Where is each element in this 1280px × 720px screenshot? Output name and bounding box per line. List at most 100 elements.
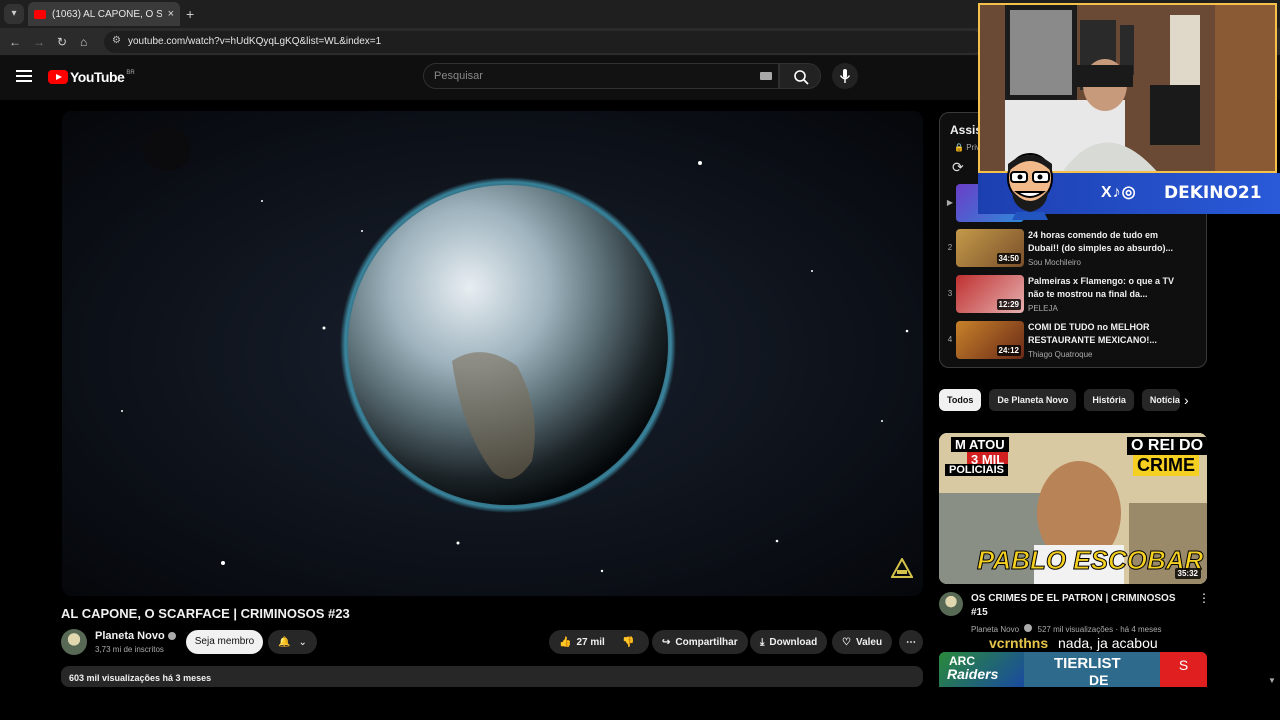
playlist-item[interactable]: 3 12:29 Palmeiras x Flamengo: o que a TV… — [940, 275, 1206, 317]
share-button[interactable]: ↪ Compartilhar — [652, 630, 748, 654]
browser-tab[interactable]: (1063) AL CAPONE, O SCARFACE × — [28, 2, 180, 26]
webcam-overlay — [978, 3, 1277, 173]
reload-icon[interactable]: ↻ — [57, 34, 67, 50]
video-title: AL CAPONE, O SCARFACE | CRIMINOSOS #23 — [61, 606, 350, 621]
search-button[interactable] — [779, 63, 821, 89]
microphone-icon — [839, 69, 851, 83]
duration-badge: 24:12 — [996, 345, 1021, 356]
playlist-thumbnail: 34:50 — [956, 229, 1024, 267]
thumb-text-1: M ATOU — [951, 437, 1009, 452]
playlist-index: 3 — [947, 289, 953, 298]
recommended-channel[interactable]: Planeta Novo — [971, 625, 1019, 634]
new-tab-button[interactable]: + — [186, 4, 194, 24]
playlist-index: 2 — [947, 243, 953, 252]
tier-s-badge: S — [1160, 652, 1207, 687]
tab-search-button[interactable]: ▾ — [4, 4, 24, 24]
voice-search-button[interactable] — [832, 63, 858, 89]
back-arrow-icon[interactable]: ← — [9, 34, 21, 50]
playlist-index: ▶ — [946, 198, 954, 207]
thumb-text-4: O REI DO — [1127, 437, 1207, 455]
thumbs-up-icon: 👍 — [559, 636, 572, 648]
views-and-date: 603 mil visualizações há 3 meses — [69, 673, 212, 683]
playlist-index: 4 — [947, 335, 953, 344]
channel-name-row[interactable]: Planeta Novo — [95, 630, 176, 642]
like-count: 27 mil — [576, 636, 605, 648]
search-box — [423, 63, 779, 89]
bell-icon: 🔔 — [278, 636, 291, 648]
country-code: BR — [126, 70, 135, 76]
chip-history[interactable]: História — [1084, 389, 1134, 411]
thumbs-down-icon: 👎 — [622, 636, 635, 648]
chip-all[interactable]: Todos — [939, 389, 982, 411]
site-info-icon[interactable]: ⚙ — [112, 35, 121, 46]
share-icon: ↪ — [662, 636, 671, 648]
playlist-item[interactable]: 4 24:12 COMI DE TUDO no MELHOR RESTAURAN… — [940, 321, 1206, 363]
playlist-video-title: 24 horas comendo de tudo em Dubai!! (do … — [1028, 230, 1174, 253]
playlist-item[interactable]: 2 34:50 24 horas comendo de tudo em Duba… — [940, 229, 1206, 271]
keyboard-icon[interactable] — [760, 72, 772, 80]
chat-username: vcrnthns — [989, 635, 1049, 651]
home-icon[interactable]: ⌂ — [80, 34, 87, 50]
dislike-button[interactable]: 👎 — [614, 630, 644, 654]
scroll-down-icon[interactable]: ▼ — [1268, 676, 1276, 685]
verified-icon — [167, 632, 176, 640]
playlist-thumbnail: 12:29 — [956, 275, 1024, 313]
search-icon — [794, 70, 809, 85]
tab-close-icon[interactable]: × — [168, 8, 174, 20]
more-vertical-icon[interactable]: ⋮ — [1198, 592, 1210, 604]
recommended-video-title[interactable]: OS CRIMES DE EL PATRON | CRIMINOSOS #15 — [971, 592, 1186, 620]
playlist-privacy: 🔒 Priv — [954, 143, 980, 152]
address-bar[interactable]: ⚙ youtube.com/watch?v=hUdKQyqLgKQ&list=W… — [104, 31, 984, 53]
video-frame-earth — [62, 111, 923, 596]
share-label: Compartilhar — [675, 636, 738, 648]
recommended-video-thumbnail[interactable]: M ATOU 3 MIL POLICIAIS O REI DO CRIME PA… — [939, 433, 1207, 584]
youtube-logo[interactable]: YouTube BR — [48, 69, 135, 85]
thumb2-text-3: TIERLIST — [1054, 655, 1121, 672]
chip-from-channel[interactable]: De Planeta Novo — [989, 389, 1077, 411]
channel-name[interactable]: Planeta Novo — [95, 630, 165, 642]
youtube-wordmark: YouTube — [70, 69, 125, 85]
filter-chips: Todos De Planeta Novo História Notícias — [939, 389, 1180, 411]
channel-avatar[interactable] — [61, 629, 87, 655]
more-actions-button[interactable]: ⋯ — [899, 630, 923, 654]
warning-icon — [891, 558, 913, 578]
download-button[interactable]: ⤓ Download — [750, 630, 828, 654]
stream-chat-message: vcrnthns nada, ja acabou — [989, 635, 1158, 651]
playlist-channel: Sou Mochileiro — [1028, 258, 1081, 267]
streamer-handle: DEKINO21 — [1164, 183, 1262, 203]
recommended-video-thumbnail-2[interactable]: ARC Raiders TIERLIST DE S — [939, 652, 1207, 687]
duration-badge: 35:32 — [1174, 568, 1201, 579]
bottom-bar — [0, 687, 1280, 720]
menu-icon[interactable] — [16, 70, 32, 82]
recommended-video-meta: Planeta Novo 527 mil visualizações · há … — [971, 624, 1162, 634]
subscribed-notification-button[interactable]: 🔔 ⌄ — [268, 630, 317, 654]
thumb-text-5: CRIME — [1133, 455, 1199, 476]
download-icon: ⤓ — [760, 636, 765, 648]
verified-icon — [1024, 624, 1033, 632]
search-input[interactable] — [434, 70, 734, 82]
chevron-down-icon: ⌄ — [298, 636, 307, 648]
loop-icon[interactable]: ⟳ — [952, 159, 964, 176]
thumb-text-3: POLICIAIS — [945, 464, 1009, 476]
description-box[interactable]: 603 mil visualizações há 3 meses — [61, 666, 923, 687]
thumb-text-6: PABLO ESCOBAR — [976, 545, 1204, 576]
download-label: Download — [769, 636, 818, 648]
forward-arrow-icon[interactable]: → — [33, 34, 45, 50]
join-member-button[interactable]: Seja membro — [186, 630, 263, 654]
chevron-right-icon[interactable]: › — [1184, 392, 1189, 408]
duration-badge: 12:29 — [996, 299, 1021, 310]
tab-title: (1063) AL CAPONE, O SCARFACE — [52, 8, 162, 20]
youtube-play-icon — [48, 70, 68, 84]
lock-icon: 🔒 — [954, 143, 964, 152]
streamer-camera-feed — [980, 5, 1275, 171]
thumb2-text-2: Raiders — [947, 666, 999, 682]
video-player[interactable] — [62, 111, 923, 596]
chip-news[interactable]: Notícias — [1141, 389, 1180, 411]
social-icons: X♪◎ — [1101, 184, 1137, 201]
thumb2-text-4: DE — [1089, 672, 1109, 687]
playlist-channel: PELEJA — [1028, 304, 1058, 313]
thanks-button[interactable]: ♡ Valeu — [832, 630, 893, 654]
chat-text: nada, ja acabou — [1058, 635, 1158, 651]
channel-avatar[interactable] — [939, 592, 963, 616]
recommended-views: 527 mil visualizações · há 4 meses — [1037, 625, 1162, 634]
